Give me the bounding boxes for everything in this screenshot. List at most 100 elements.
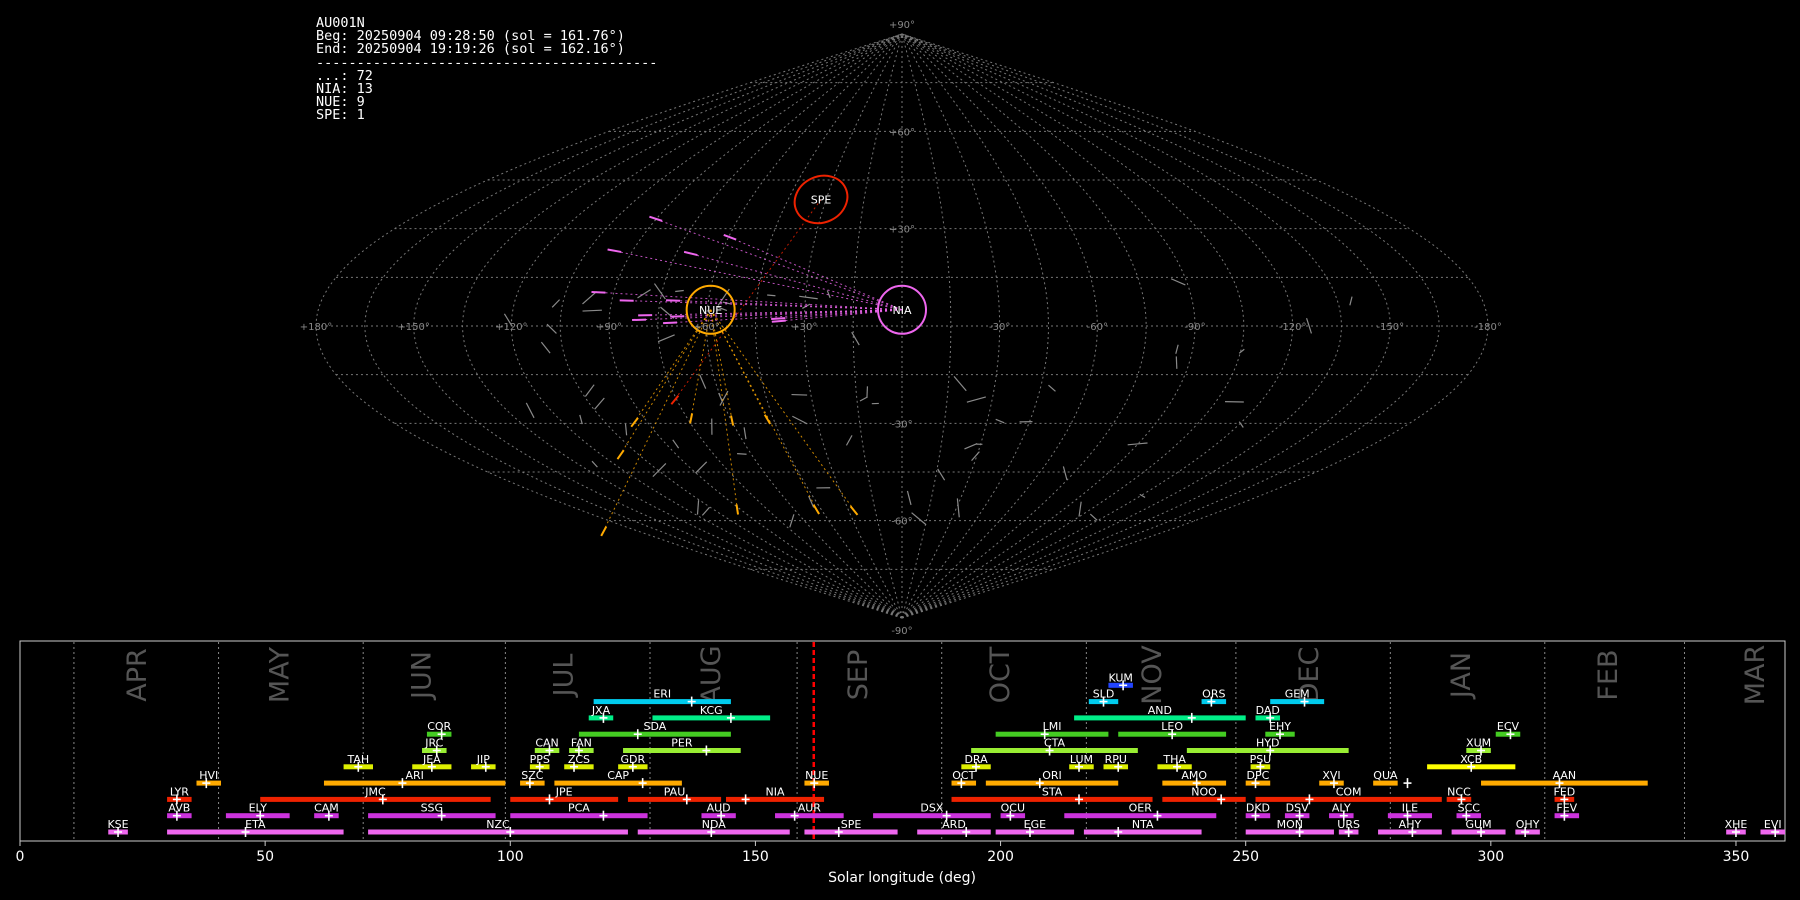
shower-label: ARD bbox=[942, 818, 966, 831]
shower-bar-ors: ORS bbox=[1201, 688, 1227, 707]
shower-bar-nue: NUE bbox=[804, 769, 829, 789]
shower-label: CAP bbox=[607, 769, 629, 782]
shower-bar-kcg: KCG bbox=[652, 704, 771, 723]
shower-bar-leo: LEO bbox=[1118, 720, 1227, 740]
shower-label: SCC bbox=[1458, 802, 1481, 815]
shower-bar-jmc: JMC bbox=[260, 785, 491, 805]
shower-label: ORS bbox=[1202, 688, 1225, 701]
shower-label: ETA bbox=[245, 818, 266, 831]
shower-bar-dpc: DPC bbox=[1245, 769, 1271, 789]
shower-label: OHY bbox=[1516, 818, 1540, 831]
shower-label: JRC bbox=[424, 737, 443, 750]
shower-bar-cap: CAP bbox=[554, 769, 682, 789]
shower-label: STA bbox=[1042, 785, 1063, 798]
shower-label: NUE bbox=[805, 769, 828, 782]
shower-bar-xcb: XCB bbox=[1427, 753, 1516, 772]
x-tick-label: 250 bbox=[1232, 849, 1259, 865]
month-label: SEP bbox=[843, 650, 874, 700]
shower-label: TAH bbox=[346, 753, 369, 766]
shower-label: LYR bbox=[170, 785, 189, 798]
shower-label: ELY bbox=[249, 802, 268, 815]
shower-bar-jip: JIP bbox=[471, 753, 496, 772]
shower-label: SDA bbox=[644, 720, 667, 733]
shower-label: FED bbox=[1554, 785, 1576, 798]
shower-label: GDR bbox=[621, 753, 646, 766]
shower-label: PCA bbox=[568, 802, 590, 815]
shower-bar-avb: AVB bbox=[167, 802, 192, 821]
shower-label: EGE bbox=[1024, 818, 1046, 831]
shower-label: JIP bbox=[476, 753, 490, 766]
shower-bar-spe: SPE bbox=[804, 818, 898, 837]
shower-label: NIA bbox=[766, 785, 785, 798]
shower-bar-sda: SDA bbox=[578, 720, 731, 740]
shower-bar-hvi: HVI bbox=[196, 769, 222, 789]
shower-label: AVB bbox=[168, 802, 190, 815]
shower-label: PSU bbox=[1250, 753, 1272, 766]
shower-bar-lum: LUM bbox=[1069, 753, 1094, 772]
shower-label: KSE bbox=[107, 818, 128, 831]
shower-label: HYD bbox=[1256, 737, 1279, 750]
month-label: APR bbox=[122, 648, 153, 702]
shower-label: SLD bbox=[1093, 688, 1115, 701]
shower-label: DAD bbox=[1256, 704, 1280, 717]
count-spe: SPE: 1 bbox=[316, 107, 365, 124]
shower-label: NTA bbox=[1132, 818, 1154, 831]
shower-label: LMI bbox=[1043, 720, 1062, 733]
month-label: MAY bbox=[264, 646, 295, 703]
shower-bar-oct: OCT bbox=[951, 769, 977, 789]
shower-label: GEM bbox=[1285, 688, 1310, 701]
shower-label: XHE bbox=[1725, 818, 1748, 831]
shower-label: JEA bbox=[422, 753, 441, 766]
shower-label: NZC bbox=[486, 818, 510, 831]
shower-label: COR bbox=[427, 720, 451, 733]
shower-label: XVI bbox=[1322, 769, 1340, 782]
shower-label: FAN bbox=[571, 737, 592, 750]
shower-label: AHY bbox=[1399, 818, 1422, 831]
shower-bar-eta: ETA bbox=[167, 818, 344, 837]
shower-label: RPU bbox=[1105, 753, 1127, 766]
shower-label: NDA bbox=[702, 818, 727, 831]
shower-label: ARI bbox=[405, 769, 423, 782]
shower-label: NOO bbox=[1191, 785, 1217, 798]
shower-bar-ohy: OHY bbox=[1515, 818, 1540, 837]
shower-bars: KUM ERI SLD ORS GEM JXA KCG AND DAD COR SDA LMI LEO E… bbox=[107, 671, 1785, 837]
shower-label: DKD bbox=[1246, 802, 1270, 815]
shower-label: COM bbox=[1336, 785, 1362, 798]
info-panel: AU001N Beg: 20250904 09:28:50 (sol = 161… bbox=[316, 16, 657, 124]
shower-label: AAN bbox=[1553, 769, 1577, 782]
shower-label: KUM bbox=[1108, 671, 1132, 684]
shower-label: SPE bbox=[841, 818, 862, 831]
shower-bar-ari: ARI bbox=[323, 769, 506, 789]
shower-label: LEO bbox=[1161, 720, 1183, 733]
shower-label: CTA bbox=[1044, 737, 1066, 750]
shower-label: QUA bbox=[1373, 769, 1398, 782]
shower-label: ALY bbox=[1332, 802, 1351, 815]
shower-label: PER bbox=[671, 737, 693, 750]
shower-label: DSV bbox=[1286, 802, 1309, 815]
shower-bar-qua: QUA bbox=[1373, 769, 1412, 789]
x-tick-label: 200 bbox=[987, 849, 1014, 865]
shower-timeline-chart: APR MAY JUN JUL AUG SEP OCT NOV DEC JAN FEB MAR KUM… bbox=[16, 640, 1786, 886]
month-label: FEB bbox=[1593, 649, 1624, 700]
shower-bar-sld: SLD bbox=[1088, 688, 1119, 707]
shower-bar-sta: STA bbox=[951, 785, 1153, 805]
shower-bar-jxa: JXA bbox=[588, 704, 614, 723]
shower-bar-nta: NTA bbox=[1083, 818, 1202, 837]
shower-bar-evi: EVI bbox=[1760, 818, 1785, 837]
x-tick-label: 50 bbox=[256, 849, 274, 865]
shower-bar-szc: SZC bbox=[520, 769, 545, 789]
month-label: NOV bbox=[1137, 645, 1168, 705]
shower-bar-ard: ARD bbox=[917, 818, 991, 837]
shower-bar-jpe: JPE bbox=[510, 785, 619, 805]
shower-label: LUM bbox=[1070, 753, 1093, 766]
shower-label: OCU bbox=[1001, 802, 1025, 815]
month-label: OCT bbox=[985, 646, 1016, 703]
shower-label: AUD bbox=[707, 802, 731, 815]
shower-label: SSG bbox=[421, 802, 444, 815]
shower-bar-gum: GUM bbox=[1451, 818, 1506, 837]
month-label: JAN bbox=[1446, 652, 1477, 700]
shower-label: JXA bbox=[591, 704, 611, 717]
x-tick-label: 100 bbox=[497, 849, 524, 865]
shower-label: OCT bbox=[952, 769, 975, 782]
shower-label: XCB bbox=[1460, 753, 1482, 766]
